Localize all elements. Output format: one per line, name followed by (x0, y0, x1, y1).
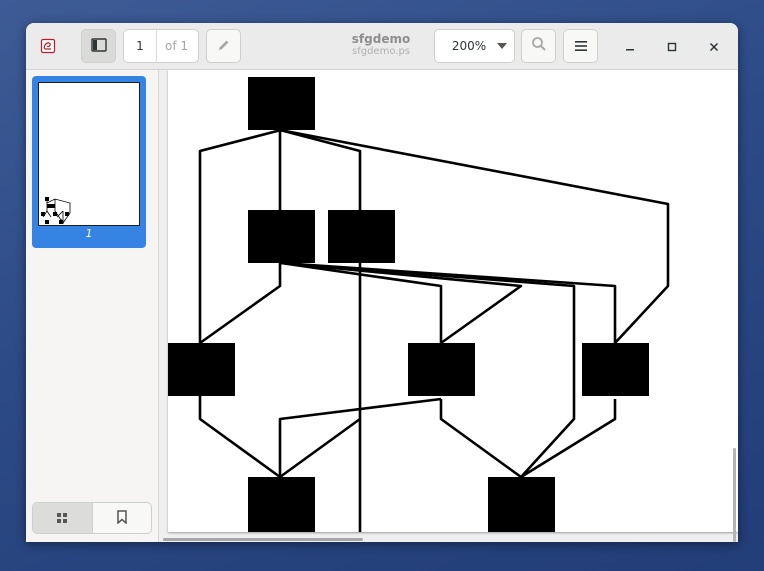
zoom-selector[interactable]: 200% (434, 29, 515, 63)
maximize-icon (667, 37, 677, 56)
evince-document-icon (40, 38, 56, 54)
window-title-block: sfgdemo sfgdemo.ps (316, 32, 446, 58)
page-number-entry[interactable]: of 1 (123, 29, 199, 63)
search-icon (531, 36, 547, 56)
thumbnail-page-preview (38, 82, 140, 226)
pan-down-icon (493, 30, 511, 62)
document-view[interactable] (159, 70, 738, 542)
vertical-scrollbar[interactable] (733, 448, 736, 542)
thumbnail-page-label: 1 (85, 227, 93, 240)
window-subtitle: sfgdemo.ps (352, 46, 410, 57)
minimize-icon (625, 37, 635, 56)
page-count-label: of 1 (165, 39, 189, 53)
sidebar-mode-switcher (32, 502, 152, 534)
close-icon (709, 37, 719, 56)
sidebar-show-icon (90, 37, 107, 56)
header-bar: of 1 sfgdemo sfgdemo.ps 200% (26, 23, 738, 70)
page-number-input[interactable] (124, 30, 157, 62)
maximize-button[interactable] (661, 35, 683, 57)
search-button[interactable] (521, 29, 556, 63)
sidebar: 1 (26, 70, 159, 542)
sidebar-toggle-button[interactable] (81, 29, 116, 63)
zoom-value: 200% (451, 39, 487, 53)
pencil-icon (217, 37, 231, 56)
page-thumbnail[interactable]: 1 (32, 76, 146, 248)
minimize-button[interactable] (619, 35, 641, 57)
signal-flow-graph (168, 77, 670, 533)
window-title: sfgdemo (351, 32, 411, 46)
annotate-button[interactable] (206, 29, 241, 63)
thumbnails-mode-button[interactable] (33, 503, 93, 533)
bookmarks-mode-button[interactable] (93, 503, 152, 533)
document-viewer-window: of 1 sfgdemo sfgdemo.ps 200% (26, 23, 738, 542)
bookmark-icon (116, 509, 128, 528)
hamburger-menu-icon (574, 37, 588, 56)
document-page (168, 70, 738, 533)
close-button[interactable] (703, 35, 725, 57)
thumbnails-grid-icon (56, 509, 68, 528)
main-menu-button[interactable] (563, 29, 598, 63)
horizontal-scrollbar[interactable] (163, 538, 363, 541)
